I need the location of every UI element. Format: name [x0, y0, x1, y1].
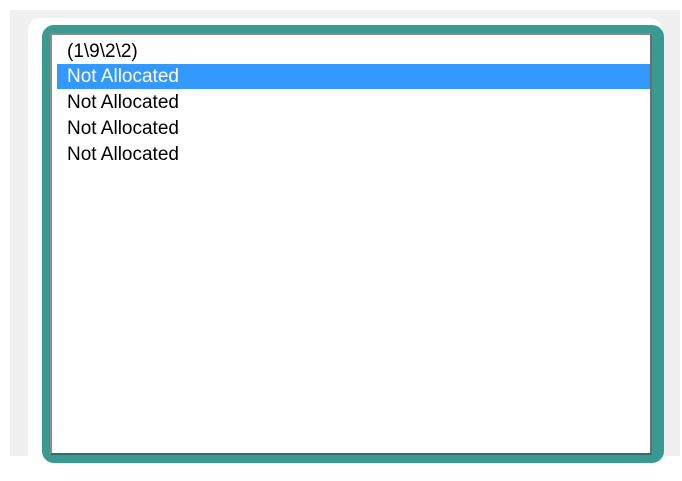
list-item-not-allocated[interactable]: Not Allocated — [57, 142, 650, 167]
list-item-path[interactable]: (1\9\2\2) — [57, 39, 650, 64]
allocation-listbox[interactable]: (1\9\2\2) Not Allocated Not Allocated No… — [50, 33, 652, 455]
list-item-not-allocated[interactable]: Not Allocated — [57, 116, 650, 141]
list-item-not-allocated[interactable]: Not Allocated — [57, 90, 650, 115]
list-item-not-allocated-selected[interactable]: Not Allocated — [57, 64, 650, 89]
